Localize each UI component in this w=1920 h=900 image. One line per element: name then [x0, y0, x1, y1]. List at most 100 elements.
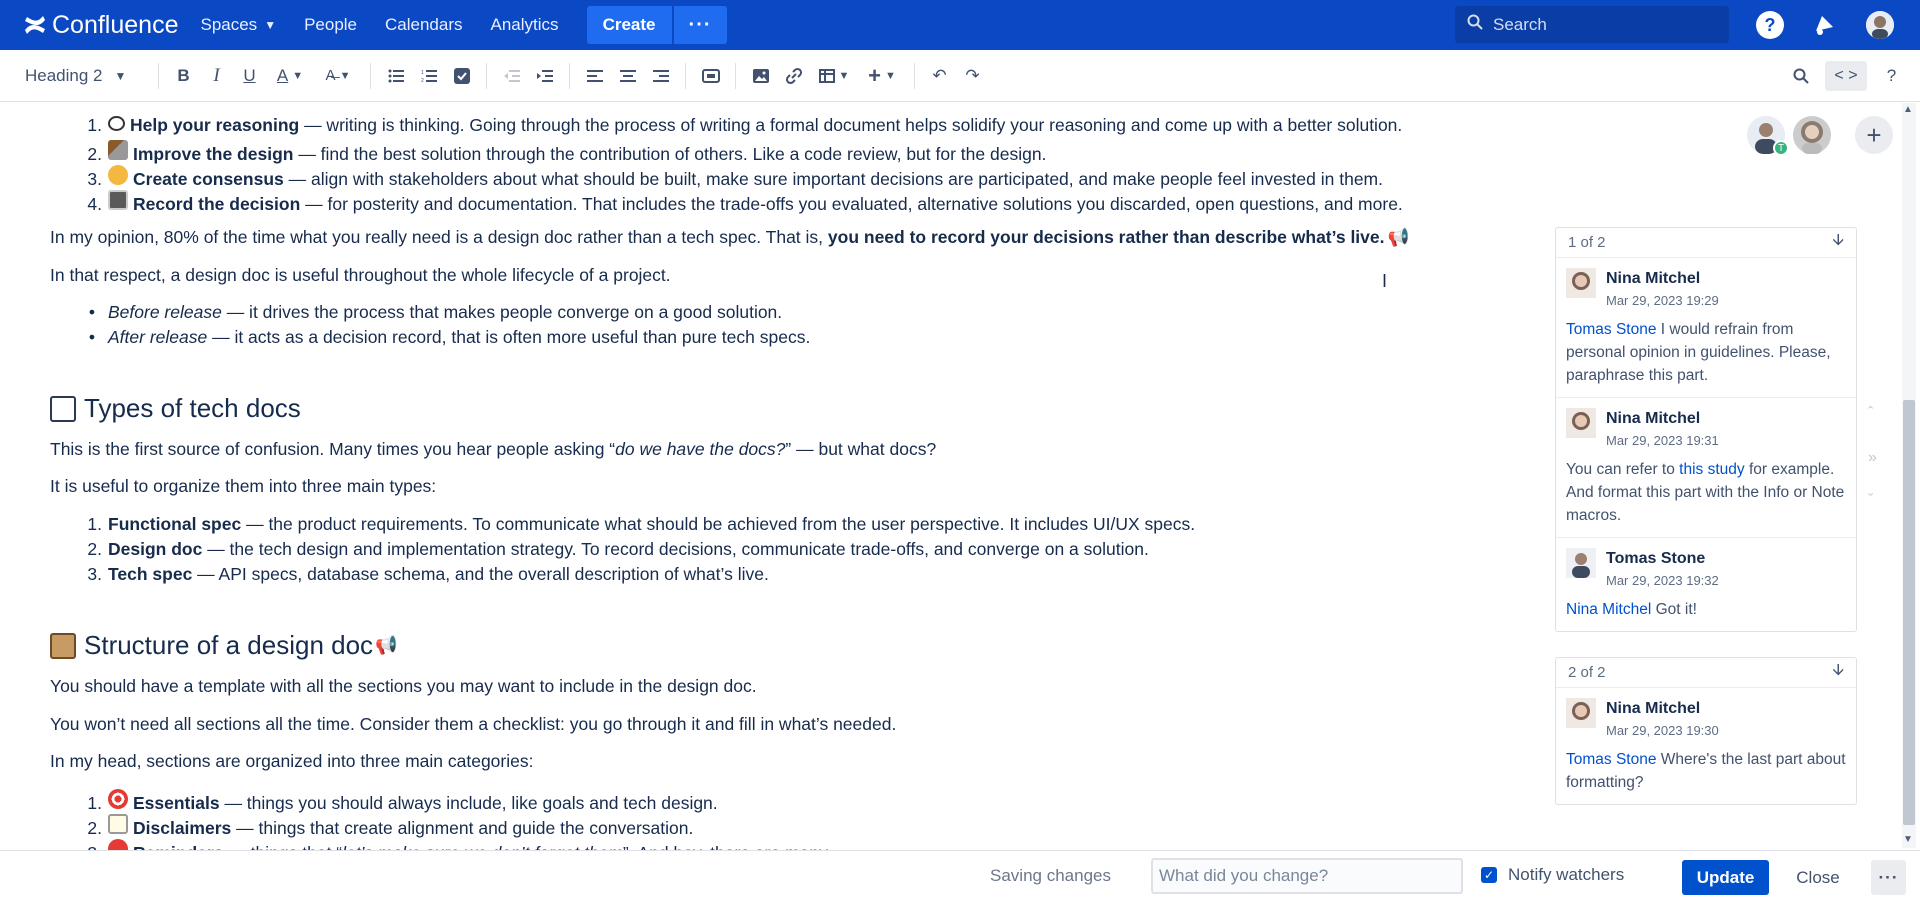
task-list-icon[interactable]	[445, 61, 478, 91]
comment-date: Mar 29, 2023 19:31	[1606, 433, 1719, 448]
mention-link[interactable]: Tomas Stone	[1566, 751, 1656, 768]
list-item: • After release — it acts as a decision …	[82, 327, 810, 348]
commenter-name[interactable]: Nina Mitchel	[1606, 270, 1719, 288]
commenter-avatar	[1566, 408, 1596, 438]
list-item-title: Essentials	[133, 793, 220, 813]
commenter-name[interactable]: Nina Mitchel	[1606, 700, 1719, 718]
double-chevron-right-icon[interactable]: »	[1868, 449, 1877, 467]
commenter-name[interactable]: Tomas Stone	[1606, 550, 1719, 568]
confluence-logo[interactable]: Confluence	[24, 11, 178, 40]
more-actions-button[interactable]: ···	[1871, 860, 1906, 895]
scrollbar-thumb[interactable]	[1903, 400, 1915, 825]
numbered-list-icon[interactable]: 12	[412, 61, 445, 91]
insert-more-icon[interactable]: + ▼	[858, 61, 906, 91]
undo-icon[interactable]: ↶	[923, 61, 956, 91]
section-heading-text: Structure of a design doc	[84, 630, 374, 660]
keyboard-help-icon[interactable]: ?	[1875, 61, 1908, 91]
list-number: 1.	[87, 793, 102, 813]
editor-content[interactable]: 1. Help your reasoning — writing is thin…	[0, 103, 1560, 851]
underline-icon[interactable]: U	[233, 61, 266, 91]
add-collaborator-button[interactable]: +	[1855, 116, 1893, 154]
chevron-up-icon[interactable]: ˆ	[1868, 405, 1873, 423]
megaphone-icon[interactable]: 📢	[375, 635, 397, 656]
comment-body: You can refer to this study for example.…	[1566, 458, 1847, 527]
comment-body: Tomas Stone I would refrain from persona…	[1566, 318, 1847, 387]
arrow-down-icon[interactable]: 🡫	[1833, 659, 1845, 686]
clear-formatting-icon[interactable]: A̶ ▼	[314, 61, 362, 91]
comment-link[interactable]: this study	[1679, 461, 1744, 478]
create-more-button[interactable]: ···	[673, 6, 727, 44]
collaborator-avatar-tomas[interactable]: T	[1747, 116, 1789, 156]
top-navigation: Confluence Spaces ▼ People Calendars Ana…	[0, 0, 1920, 50]
scroll-up-icon[interactable]: ▲	[1903, 104, 1913, 115]
text-color-icon[interactable]: A ▼	[266, 61, 314, 91]
align-right-icon[interactable]	[644, 61, 677, 91]
comment: Nina Mitchel Mar 29, 2023 19:31 You can …	[1556, 398, 1856, 538]
close-button[interactable]: Close	[1783, 860, 1853, 895]
list-item-text: — align with stakeholders about what sho…	[283, 169, 1384, 189]
notebook-icon	[108, 190, 128, 210]
comment-body: Tomas Stone Where's the last part about …	[1566, 748, 1847, 794]
arrow-down-icon[interactable]: 🡫	[1833, 229, 1845, 256]
layout-icon[interactable]	[694, 61, 727, 91]
mention-link[interactable]: Tomas Stone	[1566, 321, 1656, 338]
opinion-text: In my opinion, 80% of the time what you …	[50, 227, 828, 247]
comment-thread[interactable]: 2 of 2 🡫 Nina Mitchel Mar 29, 2023 19:30…	[1555, 657, 1857, 805]
list-item-text: — things that create alignment and guide…	[231, 818, 694, 838]
list-number: 2.	[87, 539, 102, 559]
nav-calendars[interactable]: Calendars	[385, 15, 463, 35]
align-center-icon[interactable]	[611, 61, 644, 91]
find-replace-icon[interactable]	[1784, 61, 1817, 91]
text-style-dropdown[interactable]: Heading 2 ▼	[25, 66, 150, 86]
checklist-paragraph: You won’t need all sections all the time…	[50, 714, 897, 734]
nav-people[interactable]: People	[304, 15, 357, 35]
commenter-name[interactable]: Nina Mitchel	[1606, 410, 1719, 428]
nav-analytics[interactable]: Analytics	[491, 15, 559, 35]
change-description-input[interactable]	[1151, 858, 1463, 894]
list-item: 2. Disclaimers — things that create alig…	[82, 814, 693, 839]
comment-date: Mar 29, 2023 19:32	[1606, 573, 1719, 588]
toolbar-divider	[486, 62, 487, 89]
list-number: 2.	[87, 144, 102, 164]
scroll-down-icon[interactable]: ▼	[1903, 834, 1913, 845]
mention-link[interactable]: Nina Mitchel	[1566, 601, 1651, 618]
comment-thread[interactable]: 1 of 2 🡫 Nina Mitchel Mar 29, 2023 19:29…	[1555, 227, 1857, 632]
checkbox-checked-icon[interactable]: ✓	[1481, 867, 1497, 883]
notify-watchers-toggle[interactable]: ✓ Notify watchers	[1481, 865, 1624, 885]
list-item: 4. Record the decision — for posterity a…	[82, 190, 1403, 215]
editor-footer: Saving changes ✓ Notify watchers Update …	[0, 850, 1920, 900]
create-button[interactable]: Create	[586, 6, 672, 44]
text-style-value: Heading 2	[25, 65, 103, 85]
italic-icon[interactable]: I	[200, 61, 233, 91]
bullet-list-icon[interactable]	[379, 61, 412, 91]
svg-text:2: 2	[421, 78, 424, 83]
list-item-title: Disclaimers	[133, 818, 232, 838]
redo-icon[interactable]: ↷	[956, 61, 989, 91]
list-item-title: Improve the design	[133, 144, 294, 164]
list-item-text: — the tech design and implementation str…	[202, 539, 1149, 559]
toolbar-divider	[914, 62, 915, 89]
update-button[interactable]: Update	[1682, 860, 1769, 895]
collaborator-avatar-nina[interactable]	[1793, 116, 1831, 154]
brand-name: Confluence	[52, 10, 179, 39]
link-icon[interactable]	[777, 61, 810, 91]
search-input[interactable]: Search	[1455, 6, 1729, 43]
notifications-icon[interactable]	[1810, 11, 1838, 39]
lifecycle-paragraph: In that respect, a design doc is useful …	[50, 265, 671, 285]
source-editor-button[interactable]: < >	[1825, 61, 1867, 91]
megaphone-icon[interactable]: 📢	[1388, 227, 1410, 247]
list-item-title: Help your reasoning	[130, 115, 300, 135]
list-item: 1. Help your reasoning — writing is thin…	[82, 115, 1402, 136]
chevron-down-icon: ▼	[114, 68, 127, 83]
help-icon[interactable]: ?	[1756, 11, 1784, 39]
indent-icon[interactable]	[528, 61, 561, 91]
bold-icon[interactable]: B	[167, 61, 200, 91]
confusion-text: This is the first source of confusion. M…	[50, 439, 616, 459]
user-avatar[interactable]	[1866, 11, 1894, 39]
table-icon[interactable]: ▼	[810, 61, 858, 91]
align-left-icon[interactable]	[578, 61, 611, 91]
image-icon[interactable]	[744, 61, 777, 91]
chevron-down-icon[interactable]: ˇ	[1868, 492, 1873, 510]
nav-spaces[interactable]: Spaces ▼	[200, 15, 276, 35]
list-item-title: Create consensus	[133, 169, 284, 189]
